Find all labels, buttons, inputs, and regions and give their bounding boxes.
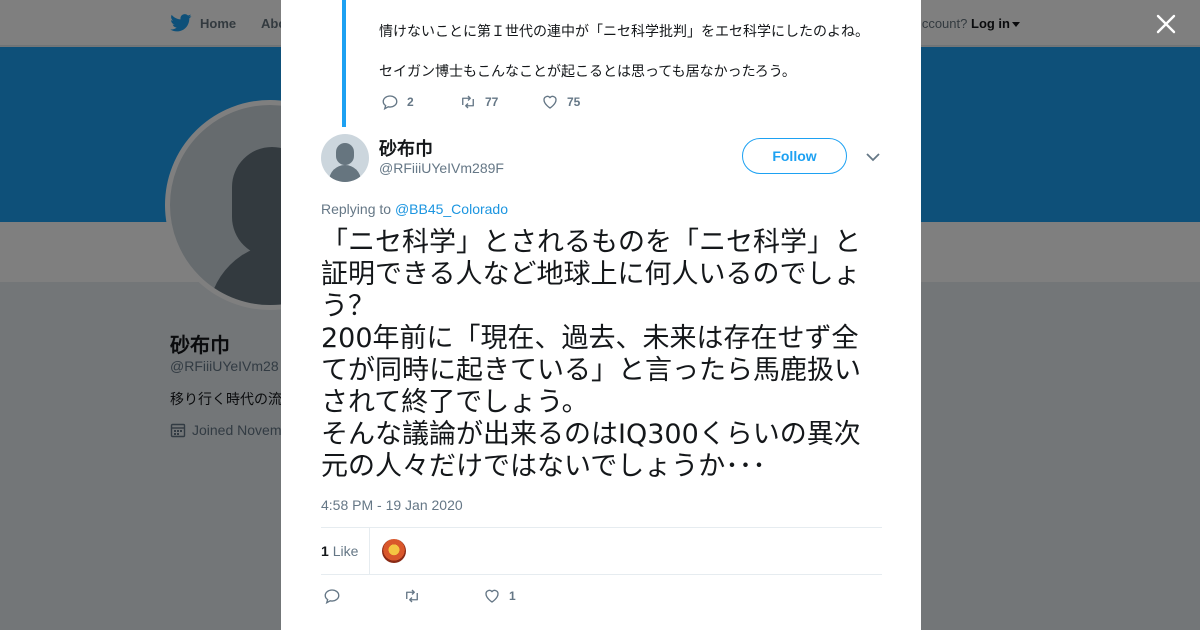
tweet-stats: 1 Like xyxy=(321,527,882,575)
reply-icon xyxy=(324,589,340,605)
previous-tweet-line-1: 情けないことに第Ｉ世代の連中が「ニセ科学批判」をエセ科学にしたのよね。 xyxy=(379,23,869,39)
reply-count: 2 xyxy=(407,95,414,109)
like-button[interactable]: 1 xyxy=(483,587,516,605)
tweet-timestamp[interactable]: 4:58 PM - 19 Jan 2020 xyxy=(321,497,463,513)
tweet-text-line: 証明できる人など地球上に何人いるのでしょ xyxy=(321,259,861,290)
reply-button[interactable]: 2 xyxy=(381,93,459,111)
previous-tweet-line-2: セイガン博士もこんなことが起こるとは思っても居なかったろう。 xyxy=(379,63,796,79)
retweet-button[interactable]: 77 xyxy=(459,93,541,111)
author-handle[interactable]: @RFiiiUYeIVm289F xyxy=(379,160,504,176)
tweet-permalink-modal: 情けないことに第Ｉ世代の連中が「ニセ科学批判」をエセ科学にしたのよね。 セイガン… xyxy=(281,0,921,630)
retweet-icon xyxy=(406,589,418,603)
retweet-icon xyxy=(462,95,474,109)
like-count: 75 xyxy=(567,95,581,109)
tweet-text-line: そんな議論が出来るのはIQ300くらいの異次 xyxy=(321,419,861,450)
stats-divider xyxy=(369,528,370,574)
replying-to-link[interactable]: @BB45_Colorado xyxy=(395,201,508,217)
tweet-text: 「ニセ科学」とされるものを「ニセ科学」と 証明できる人など地球上に何人いるのでし… xyxy=(321,227,886,483)
reply-button[interactable] xyxy=(323,587,403,605)
replying-prefix: Replying to xyxy=(321,201,392,217)
likes-stat[interactable]: 1 Like xyxy=(321,543,358,559)
thread-connector xyxy=(342,0,346,127)
tweet-text-line: 元の人々だけではないでしょうか･･･ xyxy=(321,451,766,482)
previous-tweet-actions: 2 77 75 xyxy=(381,93,580,111)
close-modal-button[interactable] xyxy=(1153,11,1179,37)
replying-to: Replying to @BB45_Colorado xyxy=(321,201,508,217)
close-icon xyxy=(1156,14,1176,34)
tweet-actions: 1 xyxy=(323,587,516,605)
chevron-down-icon[interactable] xyxy=(865,151,881,163)
liker-avatar[interactable] xyxy=(382,539,406,563)
author-avatar[interactable] xyxy=(321,134,369,182)
heart-icon xyxy=(485,589,499,603)
like-button[interactable]: 75 xyxy=(541,93,580,111)
tweet-text-line: 「ニセ科学」とされるものを「ニセ科学」と xyxy=(321,227,861,258)
retweet-count: 77 xyxy=(485,95,499,109)
like-count: 1 xyxy=(509,589,516,603)
tweet-text-line: 200年前に「現在、過去、未来は存在せず全 xyxy=(321,323,859,354)
likes-stat-count: 1 xyxy=(321,543,329,559)
likes-stat-label: Like xyxy=(332,543,359,559)
retweet-button[interactable] xyxy=(403,587,483,605)
reply-icon xyxy=(382,95,398,111)
tweet-text-line: てが同時に起きている」と言ったら馬鹿扱い xyxy=(321,355,861,386)
follow-button[interactable]: Follow xyxy=(742,138,847,174)
heart-icon xyxy=(543,95,557,109)
author-name[interactable]: 砂布巾 xyxy=(379,135,433,161)
tweet-text-line: されて終了でしょう。 xyxy=(321,387,589,418)
tweet-text-line: う？ xyxy=(321,291,375,322)
